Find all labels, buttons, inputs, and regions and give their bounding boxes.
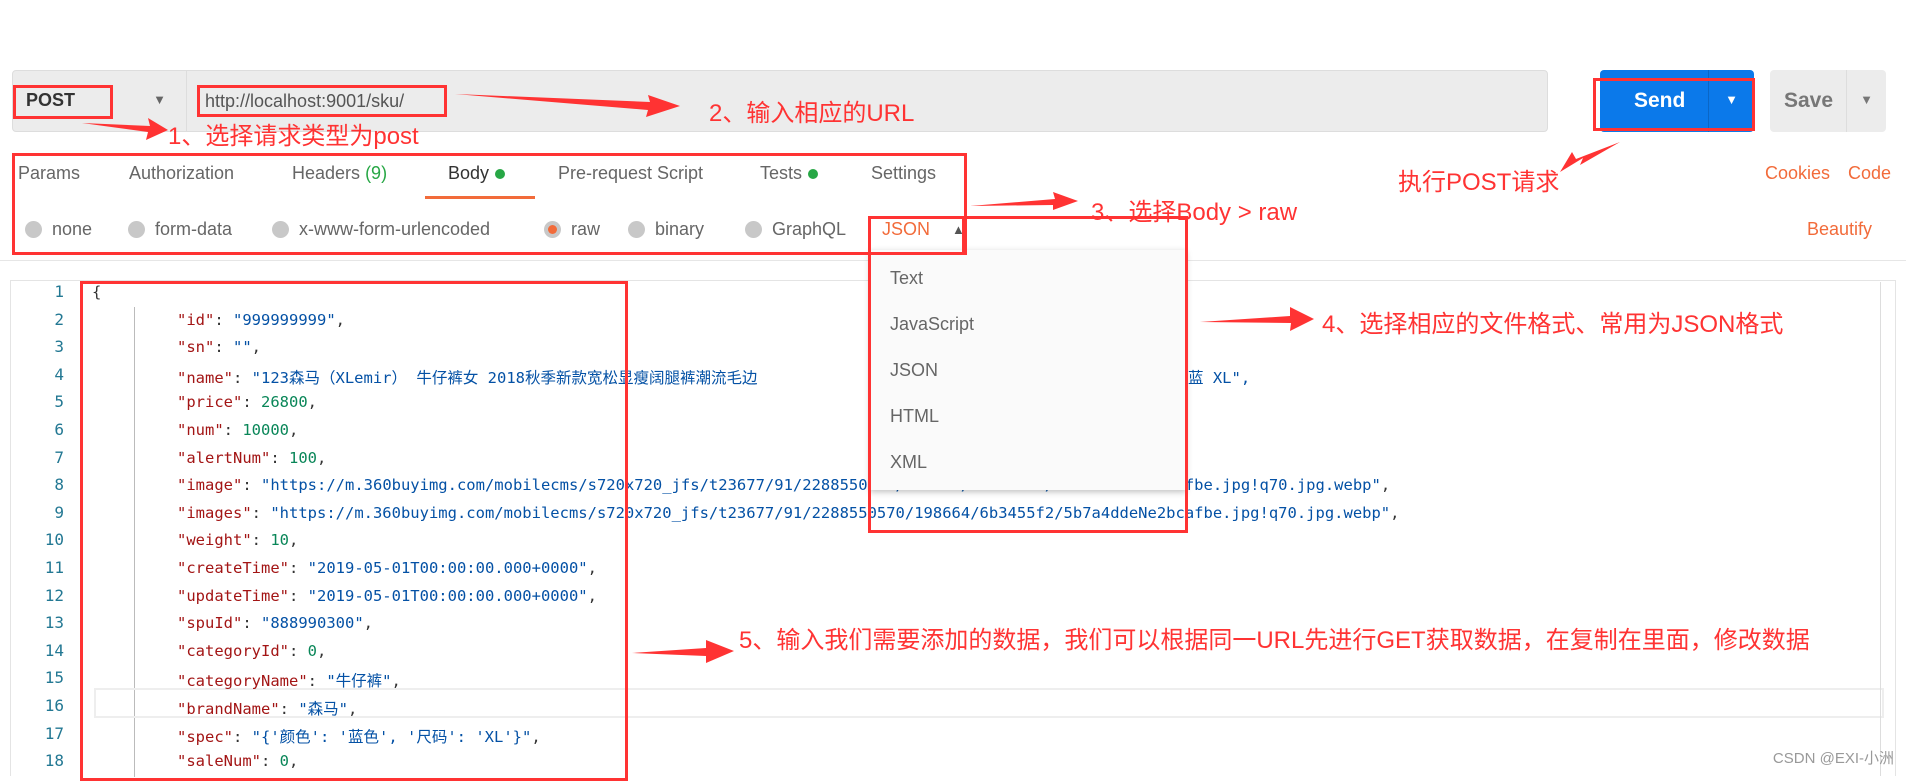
- annotation-step-5: 5、输入我们需要添加的数据，我们可以根据同一URL先进行GET获取数据，在复制在…: [739, 627, 1810, 654]
- watermark: CSDN @EXI-小洲: [1772, 750, 1894, 767]
- arrow-4: [1200, 307, 1314, 331]
- arrow-2: [455, 94, 680, 117]
- arrow-1: [82, 118, 168, 140]
- arrow-send: [1560, 142, 1620, 172]
- arrow-3: [970, 192, 1078, 210]
- arrow-5: [632, 640, 734, 663]
- annotation-send: 执行POST请求: [1398, 169, 1560, 196]
- annotation-step-3: 3、选择Body > raw: [1091, 199, 1298, 226]
- annotation-step-2: 2、输入相应的URL: [709, 100, 915, 127]
- annotation-step-4: 4、选择相应的文件格式、常用为JSON格式: [1322, 311, 1784, 338]
- annotation-step-1: 1、选择请求类型为post: [168, 123, 419, 150]
